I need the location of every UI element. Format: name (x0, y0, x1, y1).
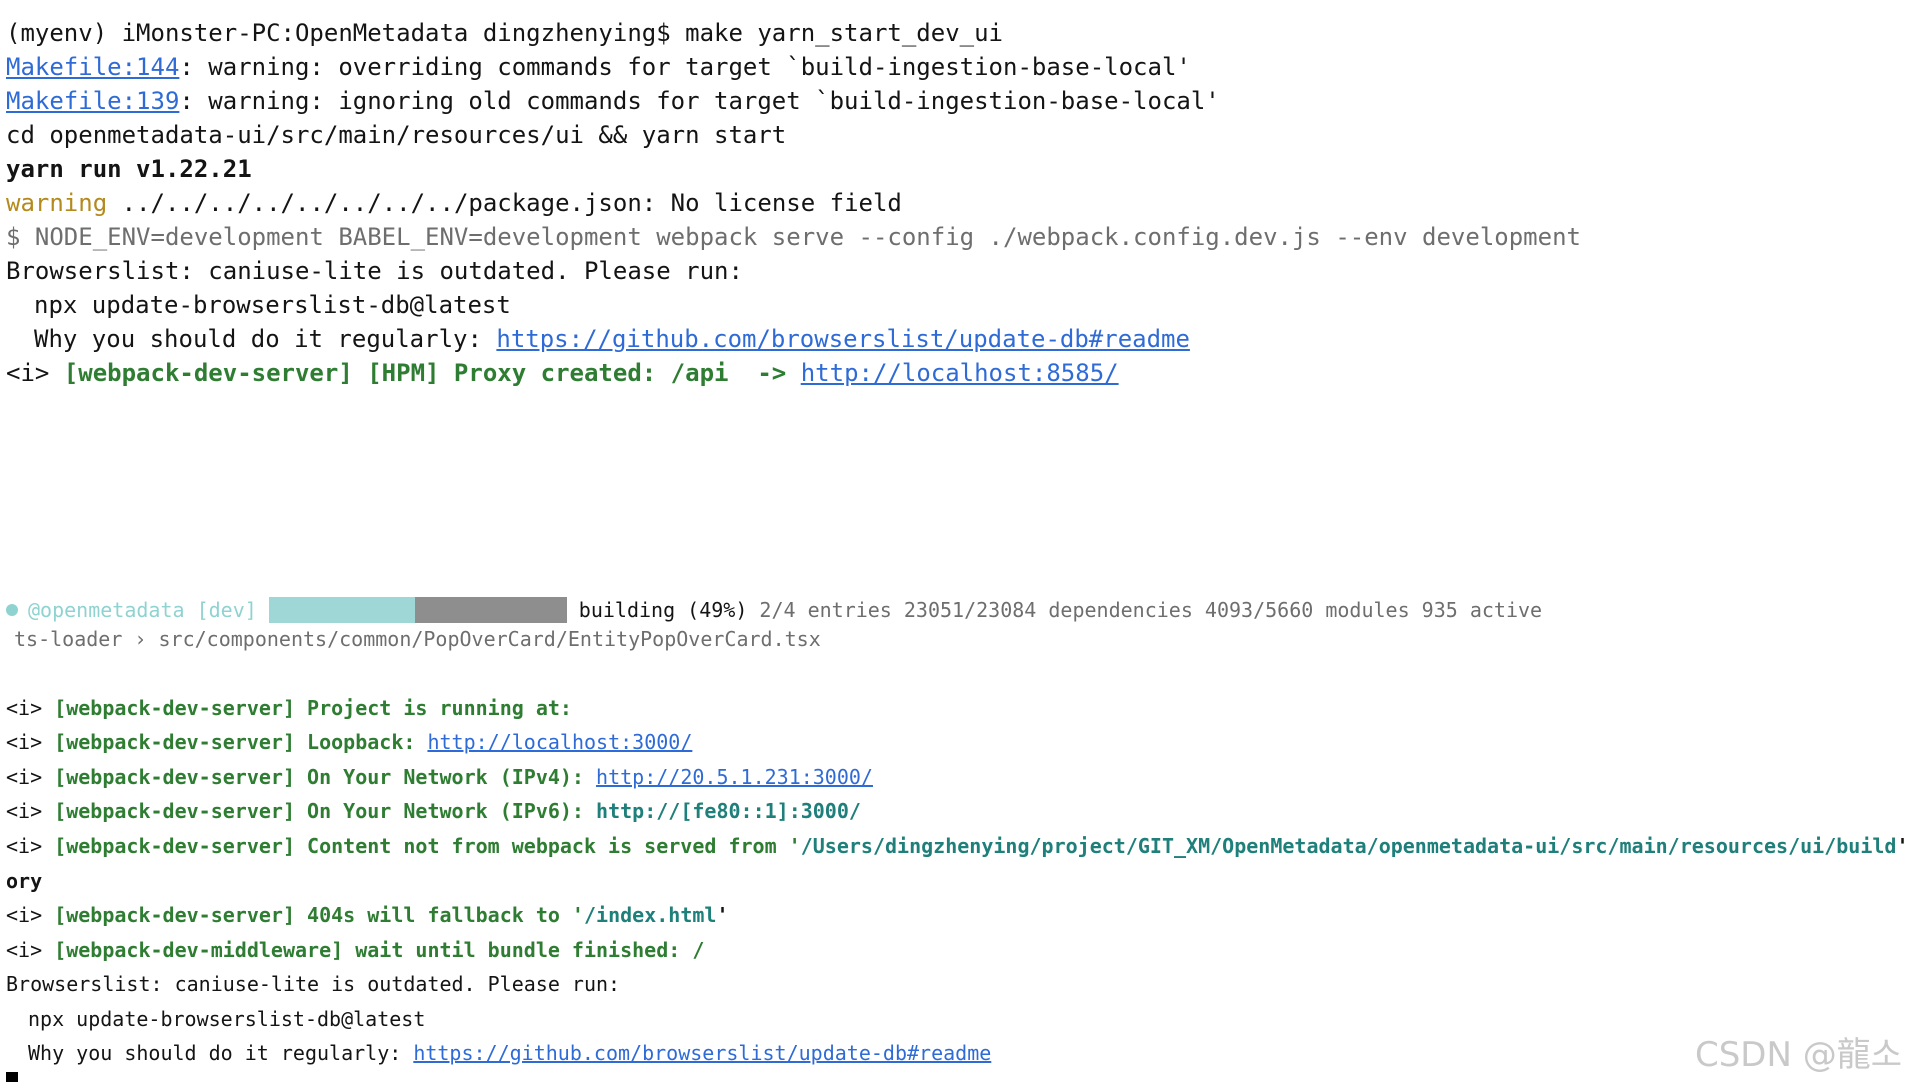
browserslist-readme-link[interactable]: https://github.com/browserslist/update-d… (496, 325, 1190, 353)
loopback-text: [webpack-dev-server] Loopback: (54, 730, 428, 754)
proxy-target-link[interactable]: http://localhost:8585/ (801, 359, 1119, 387)
warning-text: : warning: overriding commands for targe… (179, 53, 1191, 81)
terminal-line-webpack-cmd: $ NODE_ENV=development BABEL_ENV=develop… (6, 225, 1581, 249)
progress-bar (268, 597, 567, 623)
terminal-line-npx-2: npx update-browserslist-db@latest (6, 1009, 425, 1029)
npx-text: npx update-browserslist-db@latest (34, 291, 511, 319)
terminal-cursor (6, 1072, 18, 1082)
ipv6-text: [webpack-dev-server] On Your Network (IP… (54, 799, 597, 823)
ipv6-address: http://[fe80::1]:3000/ (596, 799, 861, 823)
proxy-text: [webpack-dev-server] [HPM] Proxy created… (63, 359, 801, 387)
terminal-line-command: (myenv) iMonster-PC:OpenMetadata dingzhe… (6, 21, 1003, 45)
fallback-text: [webpack-dev-server] 404s will fallback … (54, 903, 584, 927)
index-path: /index.html (583, 903, 717, 927)
browserslist-text: Browserslist: caniuse-lite is outdated. … (6, 257, 743, 285)
terminal-line-ipv4: <i> [webpack-dev-server] On Your Network… (6, 767, 873, 787)
terminal-line-project-running: <i> [webpack-dev-server] Project is runn… (6, 698, 572, 718)
browserslist-readme-link-2[interactable]: https://github.com/browserslist/update-d… (413, 1041, 991, 1065)
makefile-144-link[interactable]: Makefile:144 (6, 53, 179, 81)
wrap-text: ory (6, 869, 43, 893)
terminal-line-wrap: ory (6, 871, 42, 891)
status-dot-icon (6, 604, 18, 616)
wrap-text: ' di (1896, 834, 1909, 858)
terminal-window[interactable]: (myenv) iMonster-PC:OpenMetadata dingzhe… (0, 0, 1910, 1082)
project-name: @openmetadata [dev] (28, 598, 257, 622)
terminal-line-middleware: <i> [webpack-dev-middleware] wait until … (6, 940, 704, 960)
info-prefix: <i> (6, 903, 55, 927)
info-prefix: <i> (6, 765, 55, 789)
cd-text: cd openmetadata-ui/src/main/resources/ui… (6, 121, 787, 149)
license-warning-text: ../../../../../../../../package.json: No… (107, 189, 902, 217)
terminal-line-proxy: <i> [webpack-dev-server] [HPM] Proxy cre… (6, 361, 1119, 385)
terminal-line-loopback: <i> [webpack-dev-server] Loopback: http:… (6, 732, 692, 752)
loopback-link[interactable]: http://localhost:3000/ (427, 730, 692, 754)
info-prefix: <i> (6, 730, 55, 754)
quote-end: ' (716, 903, 729, 927)
terminal-line-browserslist: Browserslist: caniuse-lite is outdated. … (6, 259, 743, 283)
project-running-text: [webpack-dev-server] Project is running … (54, 696, 572, 720)
makefile-139-link[interactable]: Makefile:139 (6, 87, 179, 115)
terminal-line-warning-1: Makefile:144: warning: overriding comman… (6, 55, 1191, 79)
npx-text: npx update-browserslist-db@latest (28, 1007, 426, 1031)
command-text: (myenv) iMonster-PC:OpenMetadata dingzhe… (6, 19, 1003, 47)
info-prefix: <i> (6, 799, 55, 823)
terminal-line-browserslist-2: Browserslist: caniuse-lite is outdated. … (6, 974, 620, 994)
terminal-line-npx: npx update-browserslist-db@latest (6, 293, 511, 317)
info-prefix: <i> (6, 359, 64, 387)
progress-bar-fill (268, 597, 415, 623)
terminal-line-license-warning: warning ../../../../../../../../package.… (6, 191, 902, 215)
info-prefix: <i> (6, 938, 55, 962)
ipv4-text: [webpack-dev-server] On Your Network (IP… (54, 765, 597, 789)
warning-label: warning (6, 189, 108, 217)
warning-text: : warning: ignoring old commands for tar… (179, 87, 1220, 115)
progress-details: 2/4 entries 23051/23084 dependencies 409… (747, 598, 1543, 622)
terminal-line-cd: cd openmetadata-ui/src/main/resources/ui… (6, 123, 786, 147)
why-text: Why you should do it regularly: (34, 325, 497, 353)
yarn-version-text: yarn run v1.22.21 (6, 155, 252, 183)
content-served-text: [webpack-dev-server] Content not from we… (54, 834, 801, 858)
webpack-command-text: $ NODE_ENV=development BABEL_ENV=develop… (6, 223, 1581, 251)
terminal-line-ipv6: <i> [webpack-dev-server] On Your Network… (6, 801, 861, 821)
terminal-line-yarn-version: yarn run v1.22.21 (6, 157, 252, 181)
build-path: /Users/dingzhenying/project/GIT_XM/OpenM… (800, 834, 1897, 858)
ipv4-link[interactable]: http://20.5.1.231:3000/ (596, 765, 873, 789)
progress-status: building (49%) (578, 598, 748, 622)
watermark: CSDN @龍소 (1694, 1035, 1902, 1075)
browserslist-text: Browserslist: caniuse-lite is outdated. … (6, 972, 621, 996)
loader-text: ts-loader › src/components/common/PopOve… (14, 627, 821, 651)
terminal-line-warning-2: Makefile:139: warning: ignoring old comm… (6, 89, 1220, 113)
build-progress: @openmetadata [dev] building (49%) 2/4 e… (6, 597, 1542, 623)
why-text: Why you should do it regularly: (28, 1041, 414, 1065)
terminal-line-why: Why you should do it regularly: https://… (6, 327, 1190, 351)
info-prefix: <i> (6, 696, 55, 720)
terminal-line-fallback: <i> [webpack-dev-server] 404s will fallb… (6, 905, 728, 925)
terminal-line-loader: ts-loader › src/components/common/PopOve… (14, 629, 821, 649)
terminal-line-why-2: Why you should do it regularly: https://… (6, 1043, 991, 1063)
info-prefix: <i> (6, 834, 55, 858)
terminal-line-content-served: <i> [webpack-dev-server] Content not fro… (6, 836, 1910, 856)
middleware-text: [webpack-dev-middleware] wait until bund… (54, 938, 705, 962)
